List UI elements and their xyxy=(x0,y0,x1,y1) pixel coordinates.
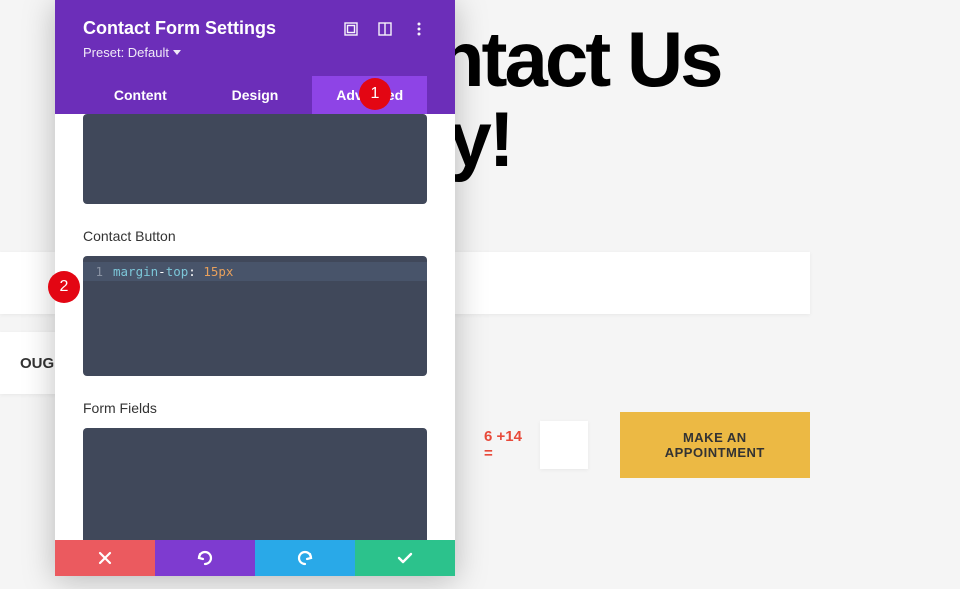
panel-footer xyxy=(55,540,455,576)
code-block-contact-button[interactable]: 1 margin-top: 15px xyxy=(83,256,427,376)
roughly-field[interactable]: OUGHL xyxy=(0,332,60,394)
close-button[interactable] xyxy=(55,540,155,576)
tab-design[interactable]: Design xyxy=(198,76,313,114)
section-label-contact-button: Contact Button xyxy=(83,228,427,244)
code-prop-margin: margin xyxy=(113,264,158,279)
panel-title: Contact Form Settings xyxy=(83,18,276,39)
annotation-badge-2: 2 xyxy=(48,271,80,303)
code-text: margin-top: 15px xyxy=(113,264,233,279)
code-prop-top: top xyxy=(166,264,189,279)
code-dash: - xyxy=(158,264,166,279)
panel-header-icons xyxy=(343,21,427,37)
layout-icon[interactable] xyxy=(377,21,393,37)
line-number: 1 xyxy=(93,264,103,279)
form-field-left[interactable] xyxy=(0,252,55,314)
panel-body[interactable]: Contact Button 1 margin-top: 15px Form F… xyxy=(55,114,455,540)
settings-panel: Contact Form Settings Preset: Default Co… xyxy=(55,0,455,576)
preset-label: Preset: Default xyxy=(83,45,169,60)
code-block-top[interactable] xyxy=(83,114,427,204)
section-label-form-fields: Form Fields xyxy=(83,400,427,416)
annotation-badge-1: 1 xyxy=(359,78,391,110)
confirm-button[interactable] xyxy=(355,540,455,576)
code-colon: : xyxy=(188,264,196,279)
tab-content[interactable]: Content xyxy=(83,76,198,114)
captcha-input[interactable] xyxy=(540,421,587,469)
panel-header: Contact Form Settings Preset: Default Co… xyxy=(55,0,455,114)
expand-icon[interactable] xyxy=(343,21,359,37)
redo-button[interactable] xyxy=(255,540,355,576)
code-line-1: 1 margin-top: 15px xyxy=(83,262,427,281)
more-icon[interactable] xyxy=(411,21,427,37)
undo-button[interactable] xyxy=(155,540,255,576)
captcha-question: 6 +14 = xyxy=(484,428,528,462)
appointment-button[interactable]: MAKE AN APPOINTMENT xyxy=(620,412,810,478)
preset-dropdown[interactable]: Preset: Default xyxy=(83,45,427,60)
code-block-form-fields[interactable] xyxy=(83,428,427,540)
appointment-button-label: MAKE AN APPOINTMENT xyxy=(665,430,765,460)
code-value: 15px xyxy=(196,264,234,279)
